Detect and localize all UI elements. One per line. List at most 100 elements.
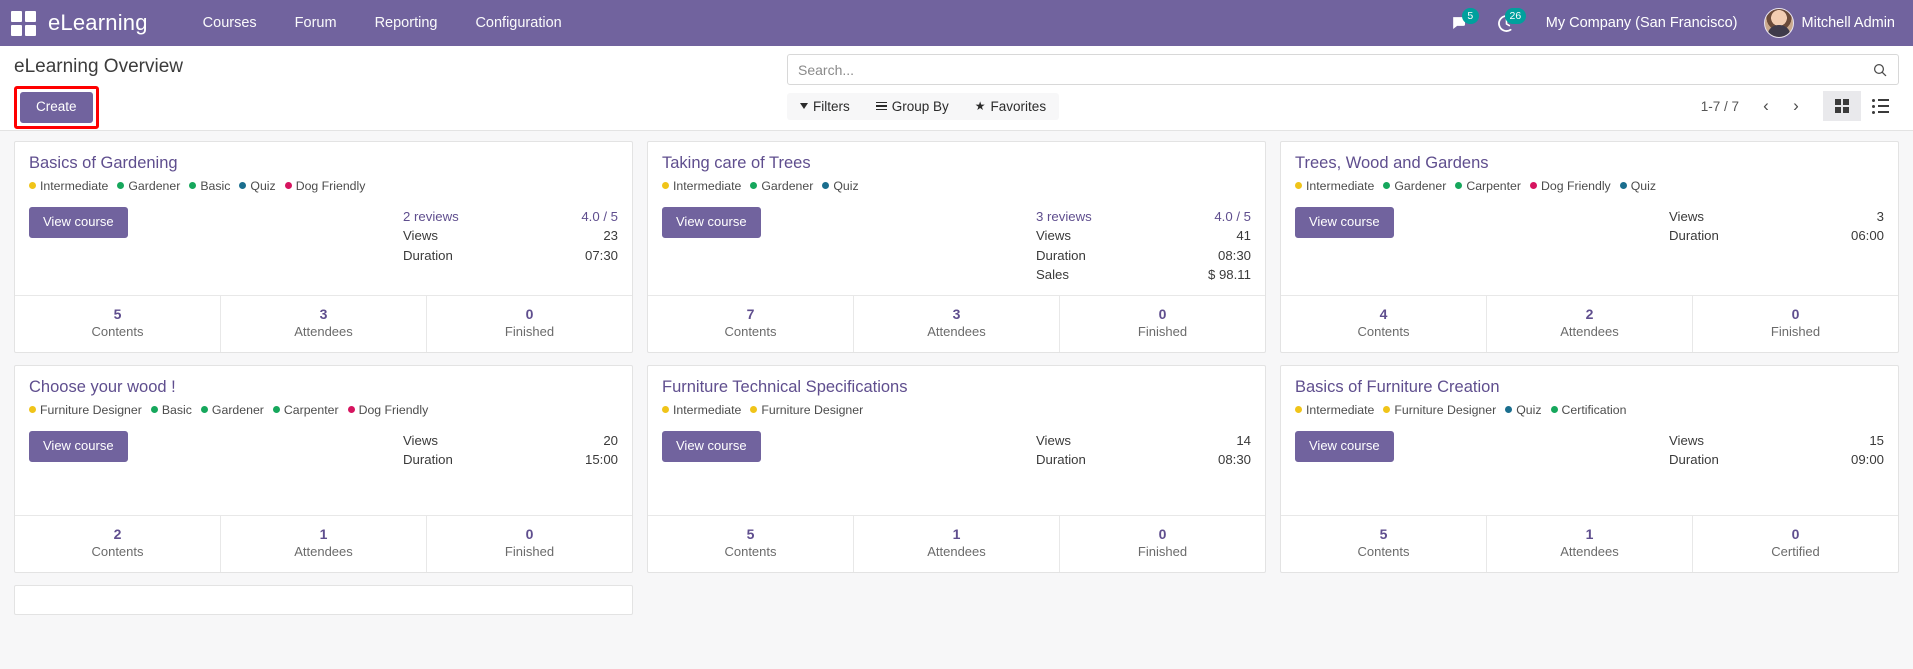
filter-caret-icon <box>800 103 808 109</box>
course-counter[interactable]: 5 Contents <box>648 516 853 572</box>
course-card-footer: 7 Contents 3 Attendees 0 Finished <box>648 294 1265 352</box>
tag-label: Gardener <box>1394 178 1447 193</box>
kanban-board[interactable]: Basics of Gardening Intermediate Gardene… <box>0 131 1913 669</box>
stat-value: 08:30 <box>1217 247 1251 263</box>
view-course-button[interactable]: View course <box>662 430 761 462</box>
page-title: eLearning Overview <box>14 56 183 77</box>
tag-color-dot <box>1550 406 1558 414</box>
stat-value: 14 <box>1236 432 1251 448</box>
course-tag: Furniture Designer <box>29 403 142 417</box>
create-button[interactable]: Create <box>20 92 93 123</box>
course-counter[interactable]: 0 Finished <box>426 515 632 572</box>
course-counter[interactable]: 1 Attendees <box>220 515 426 572</box>
counter-label: Contents <box>1357 543 1410 559</box>
course-counter[interactable]: 5 Contents <box>1281 516 1486 572</box>
course-tag: Quiz <box>1619 179 1656 193</box>
course-counter[interactable]: 5 Contents <box>15 296 220 352</box>
course-card[interactable]: Choose your wood ! Furniture Designer Ba… <box>14 364 633 573</box>
chevron-right-icon[interactable]: › <box>1781 92 1811 120</box>
counter-label: Attendees <box>294 543 353 559</box>
course-card[interactable]: Basics of Furniture Creation Intermediat… <box>1280 364 1899 573</box>
course-counter[interactable]: 1 Attendees <box>1486 515 1692 572</box>
course-counter[interactable]: 2 Contents <box>15 516 220 572</box>
favorites-dropdown[interactable]: ★ Favorites <box>962 93 1059 120</box>
messages-menu[interactable]: 5 <box>1436 0 1483 46</box>
course-stat-row[interactable]: 3 reviews 4.0 / 5 <box>1036 207 1251 227</box>
course-title[interactable]: Choose your wood ! <box>29 378 618 398</box>
course-card-body: Furniture Technical Specifications Inter… <box>648 366 1265 509</box>
view-course-button[interactable]: View course <box>1295 430 1394 462</box>
course-counter[interactable]: 2 Attendees <box>1486 295 1692 352</box>
tag-label: Dog Friendly <box>295 178 366 193</box>
course-counter[interactable]: 3 Attendees <box>853 295 1059 352</box>
company-switcher[interactable]: My Company (San Francisco) <box>1530 15 1754 31</box>
list-view-button[interactable] <box>1861 91 1899 121</box>
user-name-label: Mitchell Admin <box>1801 15 1895 31</box>
activities-badge: 26 <box>1505 8 1526 24</box>
course-card-main: View course Views 14 Duration 08:30 <box>662 430 1251 470</box>
course-tag: Intermediate <box>29 179 108 193</box>
filters-dropdown[interactable]: Filters <box>787 93 863 120</box>
course-counter[interactable]: 0 Finished <box>1692 295 1898 352</box>
tag-label: Quiz <box>1516 402 1542 417</box>
course-card-main: View course Views 3 Duration 06:00 <box>1295 206 1884 246</box>
course-tag: Furniture Designer <box>1383 403 1496 417</box>
counter-label: Attendees <box>294 323 353 339</box>
avatar <box>1763 8 1794 38</box>
course-card[interactable]: Furniture Technical Specifications Inter… <box>647 364 1266 573</box>
group-by-dropdown[interactable]: Group By <box>863 93 962 120</box>
course-card[interactable]: Basics of Gardening Intermediate Gardene… <box>14 141 633 353</box>
counter-value: 0 <box>1158 305 1167 322</box>
course-card-footer: 5 Contents 1 Attendees 0 Certified <box>1281 514 1898 572</box>
course-card-partial[interactable] <box>14 584 633 615</box>
search-icon[interactable] <box>1872 62 1888 78</box>
view-course-button[interactable]: View course <box>662 206 761 238</box>
course-counter[interactable]: 3 Attendees <box>220 295 426 352</box>
course-tag: Intermediate <box>1295 179 1374 193</box>
course-counter[interactable]: 7 Contents <box>648 296 853 352</box>
course-tag: Dog Friendly <box>284 178 366 193</box>
view-course-button[interactable]: View course <box>29 206 128 238</box>
activities-menu[interactable]: 26 <box>1483 0 1530 46</box>
counter-label: Contents <box>91 543 144 559</box>
course-counter[interactable]: 1 Attendees <box>853 515 1059 572</box>
course-counter[interactable]: 0 Finished <box>426 295 632 352</box>
course-counter[interactable]: 0 Finished <box>1059 515 1265 572</box>
chevron-left-icon[interactable]: ‹ <box>1751 92 1781 120</box>
menu-item-forum[interactable]: Forum <box>276 2 356 44</box>
apps-grid-icon[interactable] <box>10 10 36 36</box>
kanban-view-button[interactable] <box>1823 91 1861 121</box>
messages-badge: 5 <box>1461 8 1479 24</box>
tag-label: Furniture Designer <box>40 402 142 417</box>
course-title[interactable]: Taking care of Trees <box>662 154 1251 174</box>
course-title[interactable]: Trees, Wood and Gardens <box>1295 154 1884 174</box>
course-card[interactable]: Taking care of Trees Intermediate Garden… <box>647 141 1266 353</box>
tag-color-dot <box>189 182 197 190</box>
course-stat-row[interactable]: 2 reviews 4.0 / 5 <box>403 207 618 227</box>
course-stats: Views 15 Duration 09:00 <box>1669 431 1884 470</box>
course-card[interactable]: Trees, Wood and Gardens Intermediate Gar… <box>1280 141 1899 353</box>
stat-label: 2 reviews <box>403 208 459 224</box>
menu-item-reporting[interactable]: Reporting <box>356 2 457 44</box>
course-stat-row: Duration 06:00 <box>1669 226 1884 246</box>
tag-label: Gardener <box>211 402 264 417</box>
menu-item-courses[interactable]: Courses <box>184 2 276 44</box>
course-counter[interactable]: 4 Contents <box>1281 296 1486 352</box>
tag-label: Certification <box>1561 402 1627 417</box>
menu-item-configuration[interactable]: Configuration <box>456 2 580 44</box>
counter-label: Certified <box>1771 543 1820 559</box>
course-title[interactable]: Furniture Technical Specifications <box>662 378 1251 398</box>
user-menu[interactable]: Mitchell Admin <box>1754 8 1899 38</box>
course-title[interactable]: Basics of Furniture Creation <box>1295 378 1884 398</box>
counter-value: 3 <box>319 305 328 322</box>
tag-color-dot <box>1295 182 1302 190</box>
course-title[interactable]: Basics of Gardening <box>29 154 618 174</box>
course-card-main: View course 3 reviews 4.0 / 5 Views 41 D… <box>662 206 1251 285</box>
view-course-button[interactable]: View course <box>29 430 128 462</box>
stat-value: 08:30 <box>1217 452 1251 468</box>
search-bar[interactable] <box>787 54 1899 85</box>
view-course-button[interactable]: View course <box>1295 206 1394 238</box>
course-counter[interactable]: 0 Finished <box>1059 295 1265 352</box>
course-counter[interactable]: 0 Certified <box>1692 515 1898 572</box>
search-input[interactable] <box>798 61 1872 78</box>
